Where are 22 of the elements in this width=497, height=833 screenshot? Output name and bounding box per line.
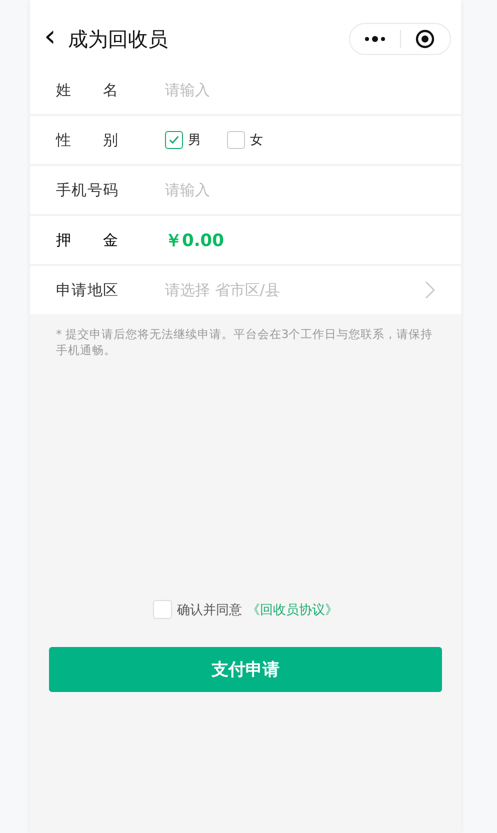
option-label: 男 — [188, 132, 201, 149]
notice-text: * 提交申请后您将无法继续申请。平台会在3个工作日与您联系，请保持手机通畅。 — [55, 326, 434, 358]
field-label: 姓名 — [56, 80, 118, 100]
agreement-text: 确认并同意 — [177, 602, 242, 618]
more-icon — [364, 35, 386, 43]
agreement-link[interactable]: 《回收员协议》 — [247, 600, 338, 618]
input-field[interactable]: 请输入 — [165, 181, 345, 199]
back-button[interactable]: ‹ — [44, 22, 68, 56]
target-icon — [415, 29, 436, 49]
page-title: 成为回收员 — [68, 26, 169, 52]
input-field[interactable]: 请输入 — [165, 81, 345, 99]
deposit-amount: ￥0.00 — [165, 230, 224, 252]
chevron-icon — [425, 281, 435, 299]
field-label: 性别 — [56, 130, 118, 150]
checkbox[interactable] — [165, 131, 183, 149]
checkbox[interactable] — [227, 131, 245, 149]
field-label: 手机号码 — [56, 180, 118, 200]
region-picker[interactable]: 请选择 省市区/县 — [165, 280, 425, 300]
field-label: 申请地区 — [56, 280, 118, 300]
option-label: 女 — [250, 132, 263, 149]
field-label: 押金 — [56, 230, 118, 250]
pay-button[interactable]: 支付申请 — [49, 647, 442, 692]
